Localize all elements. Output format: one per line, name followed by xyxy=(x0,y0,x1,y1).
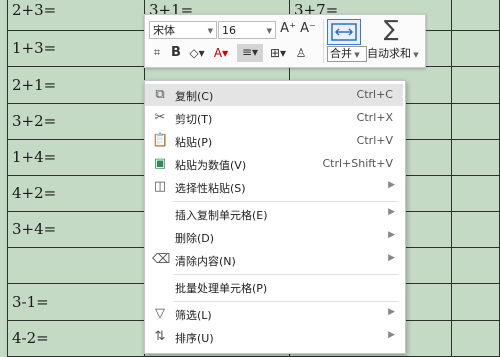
menu-item-copy[interactable]: ⧉ 复制(C) Ctrl+C xyxy=(145,84,403,106)
cell-d9[interactable] xyxy=(452,284,500,321)
menu-item-insert-copied-cells[interactable]: 插入复制单元格(E) ▶ xyxy=(145,203,403,225)
chevron-right-icon: ▶ xyxy=(388,253,395,263)
cell-a5[interactable]: 1+4= xyxy=(7,140,145,176)
chevron-right-icon: ▶ xyxy=(388,180,395,190)
chevron-right-icon: ▶ xyxy=(388,307,395,317)
border-icon[interactable]: ⊞▾ xyxy=(267,45,289,61)
font-color-icon[interactable]: A▾ xyxy=(211,45,231,61)
menu-item-paste-special[interactable]: ◫ 选择性粘贴(S) ▶ xyxy=(145,176,403,198)
menu-item-shortcut: Ctrl+C xyxy=(356,88,393,101)
cell-a2[interactable]: 1+3= xyxy=(7,31,145,67)
filter-icon: ▽ xyxy=(155,306,165,321)
font-name-value: 宋体 xyxy=(153,24,175,37)
paste-special-icon: ◫ xyxy=(153,179,167,194)
menu-item-delete[interactable]: 删除(D) ▶ xyxy=(145,226,403,248)
chevron-right-icon: ▶ xyxy=(388,230,395,240)
autosum-label: 自动求和 xyxy=(367,47,411,60)
clear-format-icon[interactable]: ♙ xyxy=(293,45,309,61)
cell-d5[interactable] xyxy=(452,140,500,176)
menu-item-label: 选择性粘贴(S) xyxy=(175,182,246,195)
chevron-down-icon: ▼ xyxy=(207,27,213,35)
cell-a8[interactable] xyxy=(7,248,145,284)
menu-divider xyxy=(173,274,399,275)
cell-a10[interactable]: 4-2= xyxy=(7,321,145,357)
cell-a6[interactable]: 4+2= xyxy=(7,176,145,212)
menu-item-shortcut: Ctrl+V xyxy=(356,134,393,147)
menu-item-paste-values[interactable]: ▣ 粘贴为数值(V) Ctrl+Shift+V xyxy=(145,153,403,175)
menu-divider xyxy=(173,201,399,202)
menu-item-label: 排序(U) xyxy=(175,332,214,345)
chevron-right-icon: ▶ xyxy=(388,207,395,217)
toolbar-divider xyxy=(323,19,324,63)
menu-item-label: 筛选(L) xyxy=(175,309,212,322)
font-name-select[interactable]: 宋体 ▼ xyxy=(149,21,217,39)
font-size-value: 16 xyxy=(222,24,236,37)
menu-divider xyxy=(173,301,399,302)
menu-item-label: 粘贴为数值(V) xyxy=(175,159,247,172)
bold-icon[interactable]: B xyxy=(169,45,183,61)
cell-d8[interactable] xyxy=(452,248,500,284)
menu-item-sort[interactable]: ⇅ 排序(U) ▶ xyxy=(145,326,403,348)
menu-item-batch-process[interactable]: 批量处理单元格(P) xyxy=(145,276,403,298)
menu-item-label: 清除内容(N) xyxy=(175,255,236,268)
chevron-down-icon: ▼ xyxy=(266,27,272,35)
menu-item-clear-contents[interactable]: ⌫ 清除内容(N) ▶ xyxy=(145,249,403,271)
merge-label: 合并 xyxy=(330,47,352,60)
merge-icon[interactable] xyxy=(327,19,361,45)
chevron-right-icon: ▶ xyxy=(388,330,395,340)
menu-item-filter[interactable]: ▽ 筛选(L) ▶ xyxy=(145,303,403,325)
sum-icon[interactable]: ∑ xyxy=(381,17,401,42)
cell-d3[interactable] xyxy=(452,67,500,104)
fill-color-icon[interactable]: ◇▾ xyxy=(187,45,207,61)
sort-icon: ⇅ xyxy=(154,329,166,344)
cell-a4[interactable]: 3+2= xyxy=(7,104,145,140)
menu-item-label: 复制(C) xyxy=(175,90,214,103)
mini-toolbar: 宋体 ▼ 16 ▼ A⁺ A⁻ ⌗ B ◇▾ A▾ ≡▾ ⊞▾ ♙ 合并 ▼ ∑… xyxy=(144,14,426,68)
menu-item-label: 删除(D) xyxy=(175,232,215,245)
menu-item-label: 剪切(T) xyxy=(175,113,213,126)
copy-icon: ⧉ xyxy=(155,87,165,102)
cell-d6[interactable] xyxy=(452,176,500,212)
merge-button[interactable]: 合并 ▼ xyxy=(327,46,367,62)
menu-item-label: 批量处理单元格(P) xyxy=(175,282,268,295)
menu-item-label: 插入复制单元格(E) xyxy=(175,209,268,222)
context-menu: ⧉ 复制(C) Ctrl+C ✂ 剪切(T) Ctrl+X 📋 粘贴(P) Ct… xyxy=(144,80,406,354)
cell-a1[interactable]: 2+3= xyxy=(7,0,145,31)
font-size-select[interactable]: 16 ▼ xyxy=(218,21,276,39)
eraser-icon: ⌫ xyxy=(152,252,171,267)
menu-item-shortcut: Ctrl+X xyxy=(356,111,393,124)
menu-item-cut[interactable]: ✂ 剪切(T) Ctrl+X xyxy=(145,107,403,129)
align-icon[interactable]: ≡▾ xyxy=(237,44,263,62)
scissors-icon: ✂ xyxy=(154,110,166,125)
autosum-button[interactable]: 自动求和 ▼ xyxy=(367,46,419,63)
format-brush-icon[interactable]: ⌗ xyxy=(149,45,165,61)
cell-a9[interactable]: 3-1= xyxy=(7,284,145,321)
menu-item-shortcut: Ctrl+Shift+V xyxy=(322,157,393,170)
cell-d10[interactable] xyxy=(452,321,500,357)
shrink-font-icon[interactable]: A⁻ xyxy=(299,21,317,37)
menu-item-paste[interactable]: 📋 粘贴(P) Ctrl+V xyxy=(145,130,403,152)
grow-font-icon[interactable]: A⁺ xyxy=(279,21,297,37)
cell-d4[interactable] xyxy=(452,104,500,140)
cell-d7[interactable] xyxy=(452,212,500,248)
paste-values-icon: ▣ xyxy=(153,156,167,171)
cell-d1[interactable] xyxy=(452,0,500,31)
cell-d2[interactable] xyxy=(452,31,500,67)
paste-icon: 📋 xyxy=(152,133,169,148)
cell-a3[interactable]: 2+1= xyxy=(7,67,145,104)
menu-item-label: 粘贴(P) xyxy=(175,136,213,149)
cell-a7[interactable]: 3+4= xyxy=(7,212,145,248)
